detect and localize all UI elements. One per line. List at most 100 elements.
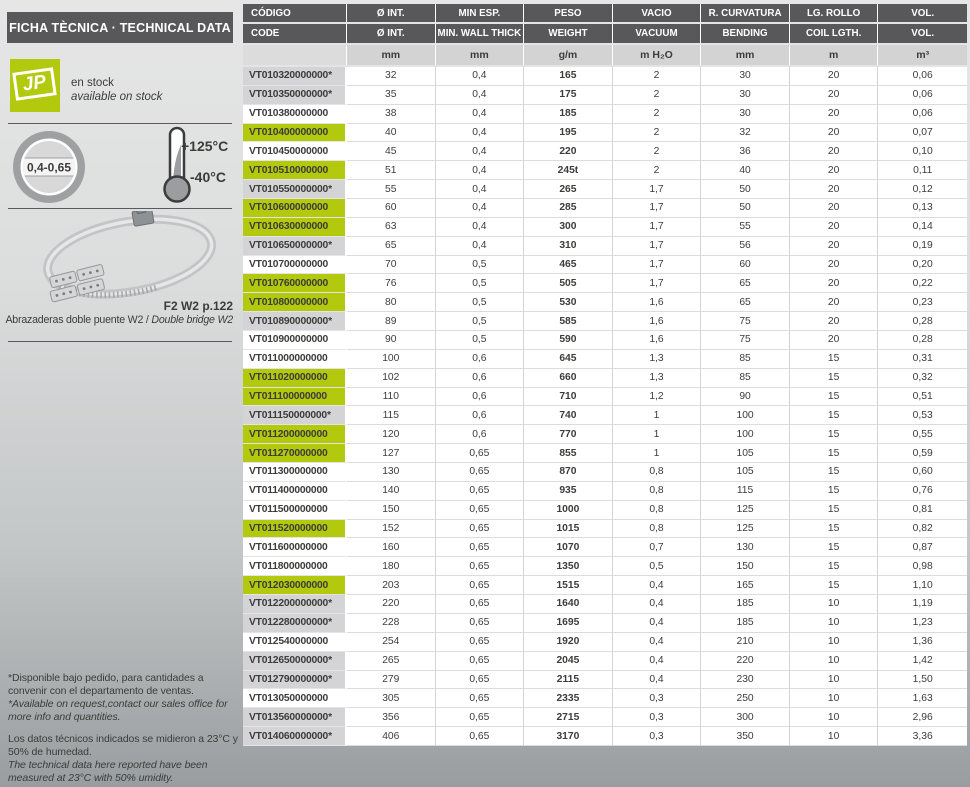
- cell-coil-length: 15: [789, 519, 879, 539]
- cell-vacuum: 0,4: [612, 613, 702, 633]
- cell-coil-length: 10: [789, 632, 879, 652]
- cell-weight: 310: [524, 236, 613, 256]
- cell-weight: 585: [524, 312, 613, 332]
- cell-weight: 870: [524, 463, 613, 482]
- cell-vacuum: 1,6: [612, 312, 702, 332]
- unit-cell: mm: [701, 45, 790, 65]
- cell-min-wall: 0,65: [435, 500, 525, 520]
- cell-volume: 1,36: [878, 633, 967, 652]
- table-row: VT010450000000 45 0,4 220 2 36 20 0,10: [243, 142, 967, 162]
- cell-weight: 1350: [524, 557, 613, 577]
- cell-vacuum: 2: [612, 104, 702, 124]
- cell-bending: 220: [701, 651, 790, 671]
- cell-bending: 115: [701, 481, 790, 501]
- cell-volume: 0,60: [878, 463, 967, 482]
- cell-code: VT011300000000: [243, 463, 347, 482]
- cell-inner-diameter: 140: [347, 481, 436, 501]
- sidebar: FICHA TÈCNICA · TECHNICAL DATA JP en sto…: [0, 0, 243, 787]
- cell-coil-length: 15: [789, 425, 879, 445]
- cell-coil-length: 20: [789, 67, 879, 86]
- cell-min-wall: 0,6: [435, 349, 525, 369]
- cell-volume: 0,06: [878, 86, 967, 105]
- cell-bending: 125: [701, 500, 790, 520]
- cell-code: VT010630000000: [243, 217, 347, 237]
- cell-code: VT013560000000*: [243, 708, 347, 728]
- cell-inner-diameter: 63: [347, 217, 436, 237]
- stock-label-es: en stock: [71, 77, 114, 89]
- thickness-range-label: 0,4-0,65: [27, 161, 71, 175]
- header-cell: MIN ESP.: [435, 4, 525, 22]
- temperature-max-label: +125°C: [181, 138, 229, 154]
- cell-vacuum: 2: [612, 142, 702, 162]
- cell-weight: 285: [524, 199, 613, 218]
- cell-vacuum: 1: [612, 444, 702, 464]
- footnote-measure-en: The technical data here reported have be…: [8, 759, 208, 784]
- cell-coil-length: 10: [789, 670, 879, 690]
- cell-bending: 50: [701, 180, 790, 200]
- cell-volume: 0,31: [878, 350, 967, 369]
- cell-vacuum: 0,5: [612, 557, 702, 577]
- cell-weight: 265: [524, 180, 613, 200]
- cell-weight: 220: [524, 142, 613, 162]
- table-body: VT010320000000* 32 0,4 165 2 30 20 0,06 …: [243, 67, 967, 746]
- cell-inner-diameter: 265: [347, 651, 436, 671]
- table-row: VT010320000000* 32 0,4 165 2 30 20 0,06: [243, 67, 967, 86]
- cell-inner-diameter: 150: [347, 500, 436, 520]
- cell-min-wall: 0,65: [435, 557, 525, 577]
- cell-weight: 2715: [524, 708, 613, 728]
- cell-inner-diameter: 152: [347, 519, 436, 539]
- table-row: VT010550000000* 55 0,4 265 1,7 50 20 0,1…: [243, 180, 967, 200]
- cell-inner-diameter: 130: [347, 463, 436, 482]
- product-caption: Abrazaderas doble puente W2 / Double bri…: [3, 314, 233, 326]
- table-header-row-en: CODE Ø INT. MIN. WALL THICK WEIGHT VACUUM BEN…: [243, 24, 967, 43]
- cell-volume: 0,81: [878, 501, 967, 520]
- table-row: VT012030000000 203 0,65 1515 0,4 165 15 …: [243, 576, 967, 596]
- cell-min-wall: 0,6: [435, 406, 525, 426]
- cell-min-wall: 0,4: [435, 104, 525, 124]
- table-header-row-es: CÓDIGO Ø INT. MIN ESP. PESO VACIO R. CURVATUR…: [243, 4, 967, 22]
- cell-inner-diameter: 356: [347, 708, 436, 728]
- cell-weight: 530: [524, 293, 613, 313]
- unit-cell: mm: [435, 45, 525, 65]
- cell-vacuum: 0,3: [612, 708, 702, 728]
- footnote-request-en: *Available on request,contact our sales …: [8, 698, 228, 723]
- cell-bending: 75: [701, 312, 790, 332]
- cell-volume: 0,10: [878, 142, 967, 162]
- cell-coil-length: 15: [789, 444, 879, 464]
- cell-bending: 60: [701, 255, 790, 275]
- cell-inner-diameter: 51: [347, 161, 436, 181]
- cell-weight: 245t: [524, 161, 613, 181]
- cell-code: VT012200000000*: [243, 595, 347, 614]
- cell-inner-diameter: 80: [347, 293, 436, 313]
- table-row: VT011000000000 100 0,6 645 1,3 85 15 0,3…: [243, 349, 967, 369]
- cell-volume: 1,10: [878, 576, 967, 596]
- table-row: VT014060000000* 406 0,65 3170 0,3 350 10…: [243, 727, 967, 746]
- cell-weight: 645: [524, 349, 613, 369]
- cell-volume: 0,28: [878, 312, 967, 332]
- clamp-product-image: [43, 211, 217, 303]
- unit-cell: mm: [347, 45, 436, 65]
- cell-code: VT010600000000: [243, 199, 347, 218]
- cell-min-wall: 0,5: [435, 312, 525, 332]
- cell-code: VT012790000000*: [243, 670, 347, 690]
- cell-bending: 105: [701, 444, 790, 464]
- cell-volume: 1,63: [878, 689, 967, 709]
- cell-min-wall: 0,65: [435, 595, 525, 614]
- thermometer-icon: [163, 126, 191, 203]
- cell-bending: 65: [701, 293, 790, 313]
- cell-code: VT010510000000: [243, 161, 347, 181]
- cell-bending: 40: [701, 161, 790, 181]
- cell-coil-length: 10: [789, 651, 879, 671]
- table-row: VT011500000000 150 0,65 1000 0,8 125 15 …: [243, 500, 967, 520]
- cell-code: VT011500000000: [243, 500, 347, 520]
- cell-inner-diameter: 35: [347, 85, 436, 105]
- divider: [8, 123, 232, 124]
- cell-bending: 85: [701, 368, 790, 388]
- cell-min-wall: 0,65: [435, 613, 525, 633]
- cell-inner-diameter: 32: [347, 67, 436, 86]
- cell-volume: 0,51: [878, 388, 967, 407]
- cell-coil-length: 15: [789, 481, 879, 501]
- cell-coil-length: 15: [789, 576, 879, 596]
- table-row: VT011150000000* 115 0,6 740 1 100 15 0,5…: [243, 406, 967, 426]
- cell-vacuum: 1,7: [612, 236, 702, 256]
